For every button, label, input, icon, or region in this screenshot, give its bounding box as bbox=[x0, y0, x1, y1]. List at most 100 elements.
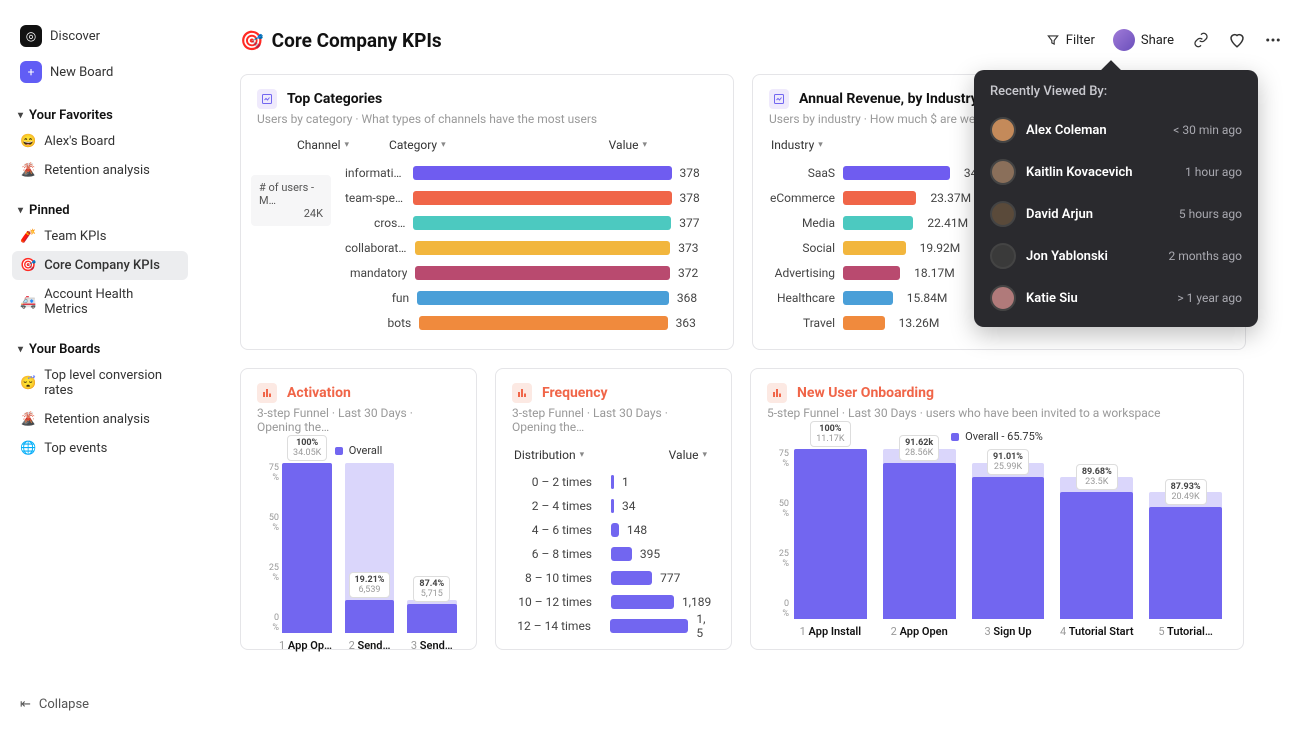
section-your-boards[interactable]: ▾ Your Boards bbox=[12, 334, 188, 361]
sidebar-item[interactable]: 🌋Retention analysis bbox=[12, 156, 188, 185]
bar-fill bbox=[843, 291, 893, 305]
bar-label: cros… bbox=[345, 216, 405, 230]
bar-label: 6 – 8 times bbox=[512, 547, 592, 561]
avatar-icon bbox=[990, 285, 1016, 311]
viewer-row[interactable]: Kaitlin Kovacevich1 hour ago bbox=[990, 151, 1242, 193]
plus-icon: + bbox=[20, 61, 42, 83]
bar-label: mandatory bbox=[345, 266, 407, 280]
x-label: 2 Send… bbox=[341, 639, 397, 652]
collapse-button[interactable]: ⇤ Collapse bbox=[12, 689, 188, 720]
chevron-down-icon: ▾ bbox=[580, 450, 585, 460]
target-icon: 🎯 bbox=[240, 29, 264, 52]
sidebar-item[interactable]: 😴Top level conversion rates bbox=[12, 361, 188, 405]
card-onboarding[interactable]: New User Onboarding 5-step Funnel · Last… bbox=[750, 368, 1244, 650]
card-title: Activation bbox=[287, 385, 351, 401]
filter-button[interactable]: Filter bbox=[1046, 33, 1095, 48]
viewer-row[interactable]: Alex Coleman< 30 min ago bbox=[990, 109, 1242, 151]
card-top-categories[interactable]: Top Categories Users by category · What … bbox=[240, 74, 734, 350]
recently-viewed-popover: Recently Viewed By: Alex Coleman< 30 min… bbox=[974, 70, 1258, 327]
chevron-down-icon: ▾ bbox=[818, 140, 823, 150]
emoji-icon: 🌐 bbox=[20, 441, 36, 456]
bar-fill bbox=[419, 316, 667, 330]
filter-icon bbox=[1046, 33, 1060, 47]
bar-row: 4 – 6 times148 bbox=[512, 518, 715, 542]
sidebar-item[interactable]: 😄Alex's Board bbox=[12, 127, 188, 156]
card-frequency[interactable]: Frequency 3-step Funnel · Last 30 Days ·… bbox=[495, 368, 732, 650]
card-activation[interactable]: Activation 3-step Funnel · Last 30 Days … bbox=[240, 368, 477, 650]
dropdown-category[interactable]: Category▾ bbox=[389, 138, 446, 152]
link-button[interactable] bbox=[1192, 31, 1210, 49]
viewer-time: > 1 year ago bbox=[1177, 291, 1242, 305]
bar-value: 23.37M bbox=[930, 191, 980, 205]
x-label: 3 Sign Up bbox=[967, 625, 1050, 638]
legend-box: # of users - M… 24K bbox=[251, 175, 331, 226]
link-icon bbox=[1193, 32, 1209, 48]
viewer-row[interactable]: Jon Yablonski2 months ago bbox=[990, 235, 1242, 277]
chevron-down-icon: ▾ bbox=[344, 140, 349, 150]
bar-row: 0 – 2 times1 bbox=[512, 470, 715, 494]
bar-row: 10 – 12 times1,189 bbox=[512, 590, 715, 614]
bar-value: 1, 5 bbox=[696, 612, 715, 640]
sidebar-item[interactable]: 🚑Account Health Metrics bbox=[12, 280, 188, 324]
chevron-down-icon: ▾ bbox=[18, 205, 23, 216]
nav-new-board[interactable]: + New Board bbox=[12, 54, 188, 90]
dropdown-industry[interactable]: Industry▾ bbox=[771, 138, 823, 152]
nav-discover[interactable]: ◎ Discover bbox=[12, 18, 188, 54]
dropdown-channel[interactable]: Channel▾ bbox=[297, 138, 349, 152]
viewer-time: < 30 min ago bbox=[1173, 123, 1242, 137]
avatar-icon bbox=[990, 117, 1016, 143]
bar-row: collaborative373 bbox=[345, 235, 717, 260]
bar-label: Advertising bbox=[769, 266, 835, 280]
sidebar-item[interactable]: 🎯Core Company KPIs bbox=[12, 251, 188, 280]
viewer-row[interactable]: Katie Siu> 1 year ago bbox=[990, 277, 1242, 319]
avatar-icon bbox=[990, 159, 1016, 185]
bar-value: 363 bbox=[676, 316, 717, 330]
sidebar-item[interactable]: 🧨Team KPIs bbox=[12, 222, 188, 251]
bar-tooltip: 100%11.17K bbox=[810, 421, 850, 447]
bar-fill bbox=[611, 547, 632, 561]
sidebar-item-label: Team KPIs bbox=[44, 229, 106, 244]
bar-value: 1 bbox=[622, 475, 629, 489]
bar-value: 15.84M bbox=[907, 291, 957, 305]
bar-row: informative378 bbox=[345, 160, 717, 185]
bar-tooltip: 87.93%20.49K bbox=[1165, 479, 1207, 505]
card-subtitle: 5-step Funnel · Last 30 Days · users who… bbox=[767, 406, 1227, 420]
more-button[interactable] bbox=[1264, 31, 1282, 49]
bar-fill bbox=[415, 241, 670, 255]
emoji-icon: 🎯 bbox=[20, 258, 36, 273]
section-label: Your Boards bbox=[29, 342, 100, 357]
favorite-button[interactable] bbox=[1228, 31, 1246, 49]
x-label: 2 App Open bbox=[878, 625, 961, 638]
page-title-text: Core Company KPIs bbox=[272, 29, 442, 52]
bar-tooltip: 89.68%23.5K bbox=[1076, 464, 1118, 490]
dropdown-value[interactable]: Value▾ bbox=[609, 138, 647, 152]
section-pinned[interactable]: ▾ Pinned bbox=[12, 195, 188, 222]
bar-chart-icon bbox=[512, 383, 532, 403]
bar-label: eCommerce bbox=[769, 191, 835, 205]
dropdown-value[interactable]: Value▾ bbox=[669, 448, 707, 462]
section-label: Pinned bbox=[29, 203, 70, 218]
section-favorites[interactable]: ▾ Your Favorites bbox=[12, 100, 188, 127]
viewer-row[interactable]: David Arjun5 hours ago bbox=[990, 193, 1242, 235]
page-title: 🎯 Core Company KPIs bbox=[240, 29, 442, 52]
sidebar-item[interactable]: 🌋Retention analysis bbox=[12, 405, 188, 434]
bar-fill bbox=[611, 499, 614, 513]
viewer-time: 1 hour ago bbox=[1185, 165, 1242, 179]
card-title: New User Onboarding bbox=[797, 385, 934, 401]
bar-row: 8 – 10 times777 bbox=[512, 566, 715, 590]
bar-tooltip: 100%34.05K bbox=[287, 435, 327, 461]
bar-label: 2 – 4 times bbox=[512, 499, 592, 513]
bar-fill bbox=[843, 216, 913, 230]
chevron-down-icon: ▾ bbox=[18, 110, 23, 121]
bar-label: Media bbox=[769, 216, 835, 230]
bar-value: 373 bbox=[678, 241, 717, 255]
dropdown-distribution[interactable]: Distribution▾ bbox=[514, 448, 584, 462]
card-title: Frequency bbox=[542, 385, 608, 401]
sidebar-item[interactable]: 🌐Top events bbox=[12, 434, 188, 463]
chevron-down-icon: ▾ bbox=[18, 344, 23, 355]
sidebar-item-label: Top level conversion rates bbox=[44, 368, 180, 398]
legend-dot-icon bbox=[335, 447, 343, 455]
bar-value: 777 bbox=[660, 571, 680, 585]
share-button[interactable]: Share bbox=[1113, 29, 1174, 51]
bar-label: Healthcare bbox=[769, 291, 835, 305]
